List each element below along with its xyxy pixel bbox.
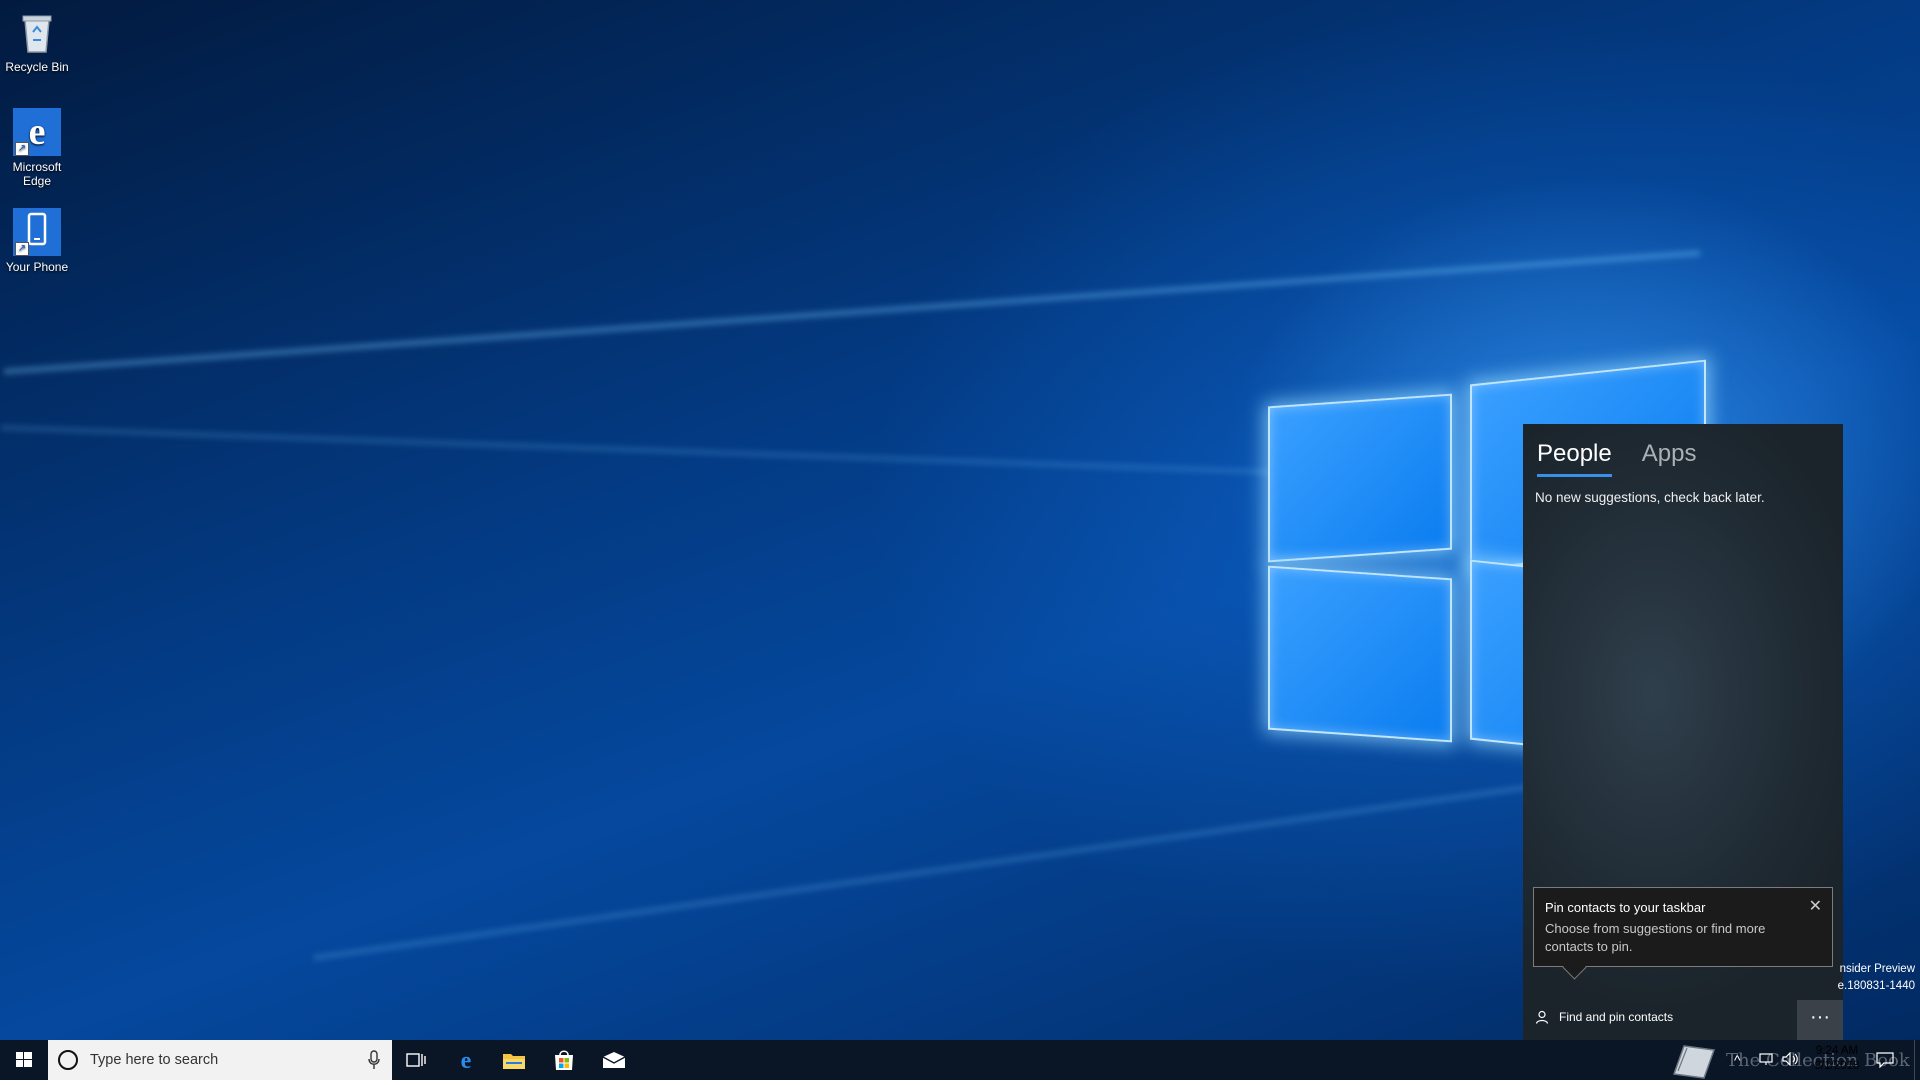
light-beam — [3, 250, 1701, 375]
file-explorer-icon[interactable] — [490, 1040, 538, 1080]
windows-logo-icon — [16, 1052, 32, 1067]
tab-people[interactable]: People — [1537, 440, 1612, 477]
network-icon[interactable] — [1758, 1052, 1774, 1066]
logo-pane-top-left — [1268, 393, 1452, 563]
clock-time: 9:24 AM — [1815, 1045, 1859, 1057]
shortcut-arrow-icon: ↗ — [15, 242, 29, 256]
shortcut-arrow-icon: ↗ — [15, 142, 29, 156]
people-tabs: People Apps — [1537, 440, 1696, 477]
logo-pane-bottom-left — [1268, 565, 1452, 743]
taskbar: Type here to search e The Collection Boo… — [0, 1040, 1920, 1080]
chevron-up-icon[interactable]: ^ — [1734, 1052, 1741, 1068]
tip-body: Choose from suggestions or find more con… — [1545, 921, 1766, 954]
light-beam — [313, 760, 1701, 961]
store-icon[interactable] — [540, 1040, 588, 1080]
find-and-pin-button[interactable]: Find and pin contacts — [1535, 1010, 1673, 1024]
action-center-icon[interactable] — [1876, 1052, 1894, 1068]
desktop-icon-label: Recycle Bin — [5, 60, 69, 74]
build-line-1: nsider Preview — [1839, 963, 1915, 975]
desktop-icon-edge[interactable]: e ↗ Microsoft Edge — [4, 108, 70, 188]
mail-icon[interactable] — [590, 1040, 638, 1080]
start-button[interactable] — [0, 1040, 48, 1080]
edge-taskbar-icon[interactable]: e — [442, 1040, 490, 1080]
search-placeholder: Type here to search — [90, 1052, 219, 1068]
tip-title: Pin contacts to your taskbar — [1545, 900, 1706, 915]
desktop-icon-recycle-bin[interactable]: Recycle Bin — [4, 8, 70, 74]
person-icon — [1535, 1010, 1549, 1024]
clock-date: 9/1/2018 — [1814, 1060, 1860, 1072]
people-footer: Find and pin contacts ··· — [1523, 1000, 1843, 1040]
build-line-2: e.180831-1440 — [1837, 980, 1915, 992]
close-icon[interactable]: ✕ — [1809, 896, 1822, 916]
svg-text:e: e — [29, 111, 46, 153]
svg-text:e: e — [461, 1048, 472, 1072]
desktop-icon-your-phone[interactable]: ↗ Your Phone — [4, 208, 70, 274]
desktop: Recycle Bin e ↗ Microsoft Edge ↗ Your Ph… — [0, 0, 1920, 1040]
tip-pointer — [1562, 955, 1587, 980]
tab-apps[interactable]: Apps — [1642, 440, 1697, 477]
volume-icon[interactable] — [1782, 1052, 1800, 1066]
find-and-pin-label: Find and pin contacts — [1559, 1010, 1674, 1024]
desktop-icon-label: Microsoft Edge — [12, 160, 62, 188]
people-flyout: People Apps No new suggestions, check ba… — [1523, 424, 1843, 1040]
light-beam — [0, 424, 1301, 476]
show-desktop-button[interactable] — [1914, 1040, 1920, 1080]
desktop-icon-label: Your Phone — [5, 260, 69, 274]
book-logo-icon — [1672, 1045, 1716, 1079]
cortana-icon — [58, 1050, 78, 1070]
build-watermark: nsider Preview e.180831-1440 — [1838, 961, 1915, 995]
microphone-icon[interactable] — [368, 1050, 380, 1070]
suggestions-message: No new suggestions, check back later. — [1535, 490, 1765, 505]
recycle-bin-icon — [13, 8, 61, 56]
phone-icon: ↗ — [13, 208, 61, 256]
more-options-button[interactable]: ··· — [1797, 1000, 1843, 1040]
edge-icon: e ↗ — [13, 108, 61, 156]
task-view-icon[interactable] — [392, 1040, 440, 1080]
clock[interactable]: 9:24 AM 9/1/2018 — [1802, 1044, 1872, 1074]
search-input[interactable]: Type here to search — [48, 1040, 392, 1080]
pin-contacts-tip: Pin contacts to your taskbar Choose from… — [1533, 887, 1833, 980]
